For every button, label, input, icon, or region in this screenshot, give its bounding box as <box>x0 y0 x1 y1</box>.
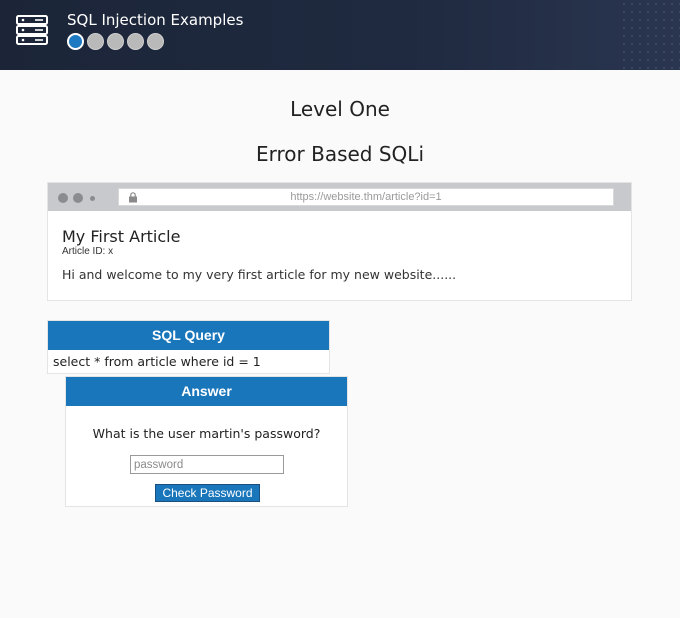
answer-panel: Answer What is the user martin's passwor… <box>65 376 348 507</box>
url-bar: https://website.thm/article?id=1 <box>118 188 614 206</box>
decorative-dots <box>620 0 680 70</box>
sql-query-header: SQL Query <box>48 321 329 350</box>
level-title: Level One <box>290 97 390 121</box>
progress-step-2 <box>87 33 104 50</box>
article-title: My First Article <box>62 227 181 246</box>
progress-step-5 <box>147 33 164 50</box>
level-progress <box>67 33 164 50</box>
window-dot-icon <box>90 196 95 201</box>
app-title: SQL Injection Examples <box>67 11 244 29</box>
answer-header: Answer <box>66 377 347 406</box>
sql-query-text: select * from article where id = 1 <box>53 354 261 369</box>
progress-step-4 <box>127 33 144 50</box>
window-dot-icon <box>58 193 68 203</box>
browser-toolbar: https://website.thm/article?id=1 <box>48 183 631 211</box>
article-id: Article ID: x <box>62 246 114 257</box>
progress-step-1 <box>67 33 84 50</box>
browser-mockup: https://website.thm/article?id=1 My Firs… <box>47 182 632 301</box>
window-dot-icon <box>73 193 83 203</box>
url-text: https://website.thm/article?id=1 <box>290 191 442 203</box>
server-icon <box>16 15 48 45</box>
password-input[interactable] <box>130 455 284 474</box>
check-password-button[interactable]: Check Password <box>155 484 260 502</box>
progress-step-3 <box>107 33 124 50</box>
top-bar: SQL Injection Examples <box>0 0 680 70</box>
answer-question: What is the user martin's password? <box>92 426 321 441</box>
level-subtitle: Error Based SQLi <box>256 142 424 166</box>
sql-query-panel: SQL Query select * from article where id… <box>47 320 330 374</box>
article-body: Hi and welcome to my very first article … <box>62 267 457 282</box>
